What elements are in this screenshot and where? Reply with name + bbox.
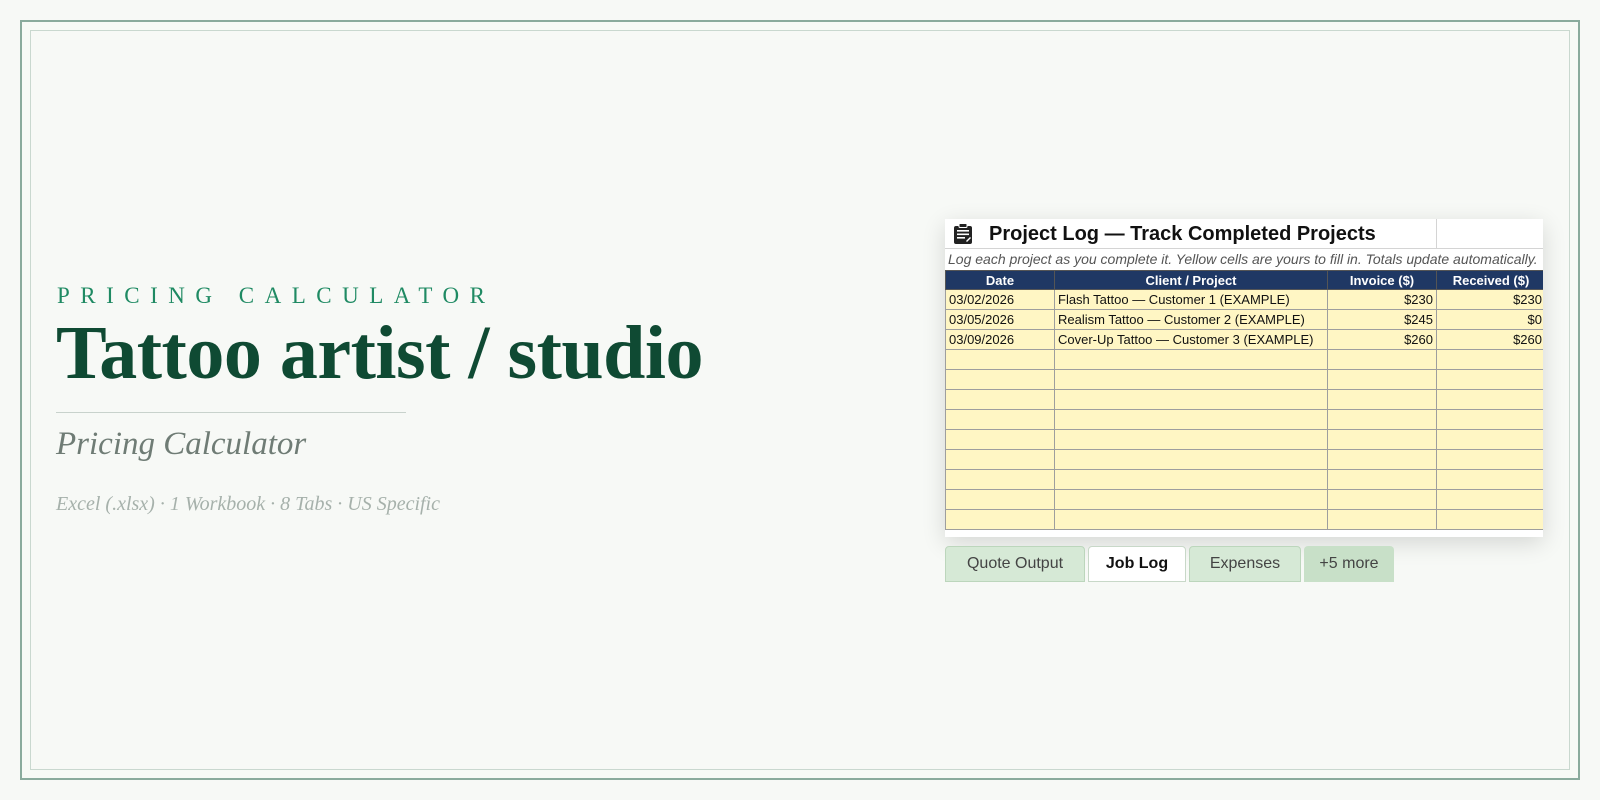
received-cell[interactable] — [1436, 389, 1543, 410]
client-project-cell[interactable]: Cover-Up Tattoo — Customer 3 (EXAMPLE) — [1054, 329, 1328, 350]
tab-more[interactable]: +5 more — [1304, 546, 1394, 582]
project-log-table: Date Client / Project Invoice ($) Receiv… — [945, 270, 1543, 530]
date-cell[interactable] — [945, 489, 1055, 510]
spreadsheet-preview: Project Log — Track Completed Projects L… — [945, 219, 1543, 537]
date-cell[interactable]: 03/09/2026 — [945, 329, 1055, 350]
date-cell[interactable] — [945, 409, 1055, 430]
client-project-cell[interactable] — [1054, 429, 1328, 450]
received-cell[interactable] — [1436, 489, 1543, 510]
invoice-cell[interactable] — [1327, 449, 1437, 470]
date-cell[interactable] — [945, 449, 1055, 470]
empty-row — [945, 349, 1543, 370]
date-cell[interactable] — [945, 389, 1055, 410]
column-header-invoice[interactable]: Invoice ($) — [1327, 270, 1437, 290]
invoice-cell[interactable] — [1327, 429, 1437, 450]
empty-row — [945, 449, 1543, 470]
table-header-row: Date Client / Project Invoice ($) Receiv… — [945, 270, 1543, 290]
client-project-cell[interactable] — [1054, 509, 1328, 530]
invoice-cell[interactable]: $245 — [1327, 309, 1437, 330]
received-cell[interactable] — [1436, 349, 1543, 370]
column-header-date[interactable]: Date — [945, 270, 1055, 290]
invoice-cell[interactable] — [1327, 469, 1437, 490]
sheet-title-row: Project Log — Track Completed Projects — [945, 219, 1543, 249]
date-cell[interactable]: 03/02/2026 — [945, 289, 1055, 310]
received-cell[interactable]: $230 — [1436, 289, 1543, 310]
empty-row — [945, 429, 1543, 450]
received-cell[interactable] — [1436, 449, 1543, 470]
invoice-cell[interactable] — [1327, 369, 1437, 390]
client-project-cell[interactable] — [1054, 389, 1328, 410]
eyebrow-label: PRICING CALCULATOR — [57, 283, 496, 308]
received-cell[interactable]: $0 — [1436, 309, 1543, 330]
invoice-cell[interactable] — [1327, 389, 1437, 410]
table-row: 03/05/2026 Realism Tattoo — Customer 2 (… — [945, 309, 1543, 330]
invoice-cell[interactable] — [1327, 409, 1437, 430]
cell-divider — [1436, 219, 1437, 249]
invoice-cell[interactable] — [1327, 509, 1437, 530]
received-cell[interactable]: $260 — [1436, 329, 1543, 350]
invoice-cell[interactable]: $230 — [1327, 289, 1437, 310]
client-project-cell[interactable]: Realism Tattoo — Customer 2 (EXAMPLE) — [1054, 309, 1328, 330]
invoice-cell[interactable] — [1327, 349, 1437, 370]
tab-expenses[interactable]: Expenses — [1189, 546, 1301, 582]
date-cell[interactable] — [945, 349, 1055, 370]
clipboard-icon — [954, 223, 972, 244]
invoice-cell[interactable] — [1327, 489, 1437, 510]
received-cell[interactable] — [1436, 369, 1543, 390]
client-project-cell[interactable] — [1054, 489, 1328, 510]
divider — [56, 412, 406, 413]
table-row: 03/09/2026 Cover-Up Tattoo — Customer 3 … — [945, 329, 1543, 350]
invoice-cell[interactable]: $260 — [1327, 329, 1437, 350]
page-subtitle: Pricing Calculator — [56, 426, 307, 462]
date-cell[interactable] — [945, 469, 1055, 490]
date-cell[interactable]: 03/05/2026 — [945, 309, 1055, 330]
sheet-title: Project Log — Track Completed Projects — [989, 223, 1376, 245]
tab-job-log[interactable]: Job Log — [1088, 546, 1186, 582]
date-cell[interactable] — [945, 369, 1055, 390]
client-project-cell[interactable] — [1054, 409, 1328, 430]
column-header-received[interactable]: Received ($) — [1436, 270, 1543, 290]
empty-row — [945, 389, 1543, 410]
empty-row — [945, 369, 1543, 390]
product-meta: Excel (.xlsx) · 1 Workbook · 8 Tabs · US… — [56, 493, 440, 515]
client-project-cell[interactable] — [1054, 469, 1328, 490]
client-project-cell[interactable] — [1054, 449, 1328, 470]
client-project-cell[interactable] — [1054, 349, 1328, 370]
empty-row — [945, 509, 1543, 530]
sheet-instructions: Log each project as you complete it. Yel… — [948, 251, 1538, 267]
table-row: 03/02/2026 Flash Tattoo — Customer 1 (EX… — [945, 289, 1543, 310]
date-cell[interactable] — [945, 429, 1055, 450]
tab-quote-output[interactable]: Quote Output — [945, 546, 1085, 582]
received-cell[interactable] — [1436, 469, 1543, 490]
received-cell[interactable] — [1436, 409, 1543, 430]
column-header-client-project[interactable]: Client / Project — [1054, 270, 1328, 290]
page-title: Tattoo artist / studio — [56, 311, 704, 395]
client-project-cell[interactable] — [1054, 369, 1328, 390]
received-cell[interactable] — [1436, 429, 1543, 450]
empty-row — [945, 469, 1543, 490]
client-project-cell[interactable]: Flash Tattoo — Customer 1 (EXAMPLE) — [1054, 289, 1328, 310]
received-cell[interactable] — [1436, 509, 1543, 530]
empty-row — [945, 489, 1543, 510]
date-cell[interactable] — [945, 509, 1055, 530]
empty-row — [945, 409, 1543, 430]
